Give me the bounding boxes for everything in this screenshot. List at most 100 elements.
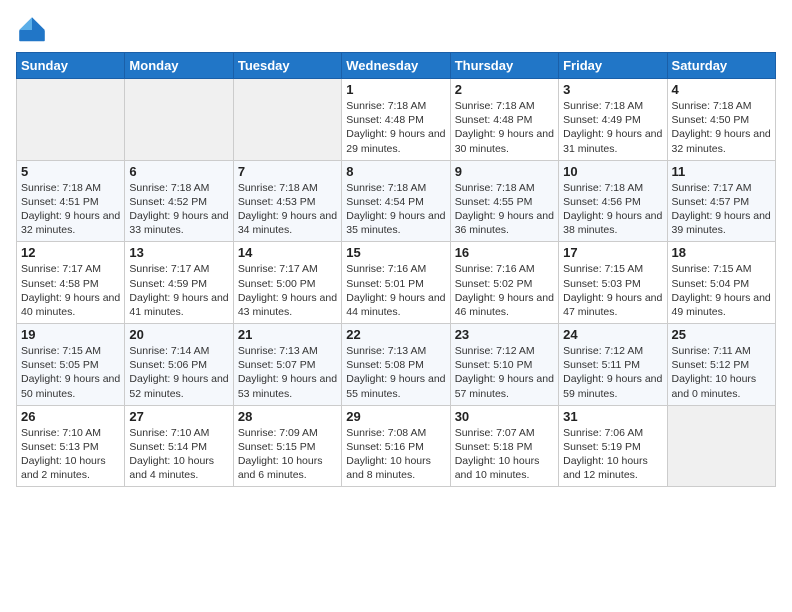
day-number: 4: [672, 82, 771, 97]
day-info: Sunrise: 7:12 AMSunset: 5:11 PMDaylight:…: [563, 344, 662, 401]
day-number: 8: [346, 164, 445, 179]
day-info: Sunrise: 7:12 AMSunset: 5:10 PMDaylight:…: [455, 344, 554, 401]
day-info: Sunrise: 7:18 AMSunset: 4:48 PMDaylight:…: [346, 99, 445, 156]
calendar-cell: 28Sunrise: 7:09 AMSunset: 5:15 PMDayligh…: [233, 405, 341, 487]
calendar-cell: 19 Sunrise: 7:15 AMSunset: 5:05 PMDayligh…: [17, 324, 125, 406]
day-number: 30: [455, 409, 554, 424]
day-info: Sunrise: 7:09 AMSunset: 5:15 PMDaylight:…: [238, 426, 337, 483]
day-info: Sunrise: 7:17 AMSunset: 4:57 PMDaylight:…: [672, 181, 771, 238]
day-number: 18: [672, 245, 771, 260]
calendar-cell: 6Sunrise: 7:18 AMSunset: 4:52 PMDaylight…: [125, 160, 233, 242]
day-info: Sunrise: 7:13 AMSunset: 5:07 PMDaylight:…: [238, 344, 337, 401]
day-info: Sunrise: 7:18 AMSunset: 4:52 PMDaylight:…: [129, 181, 228, 238]
day-number: 17: [563, 245, 662, 260]
day-number: 11: [672, 164, 771, 179]
day-info: Sunrise: 7:18 AMSunset: 4:51 PMDaylight:…: [21, 181, 120, 238]
calendar-cell: [667, 405, 775, 487]
day-info: Sunrise: 7:08 AMSunset: 5:16 PMDaylight:…: [346, 426, 445, 483]
day-info: Sunrise: 7:07 AMSunset: 5:18 PMDaylight:…: [455, 426, 554, 483]
calendar-cell: 26 Sunrise: 7:10 AMSunset: 5:13 PMDayligh…: [17, 405, 125, 487]
calendar-cell: 11 Sunrise: 7:17 AMSunset: 4:57 PMDayligh…: [667, 160, 775, 242]
day-info: Sunrise: 7:06 AMSunset: 5:19 PMDaylight:…: [563, 426, 662, 483]
day-info: Sunrise: 7:18 AMSunset: 4:54 PMDaylight:…: [346, 181, 445, 238]
logo-icon: [16, 14, 48, 46]
calendar-cell: 22Sunrise: 7:13 AMSunset: 5:08 PMDayligh…: [342, 324, 450, 406]
day-info: Sunrise: 7:14 AMSunset: 5:06 PMDaylight:…: [129, 344, 228, 401]
day-info: Sunrise: 7:16 AMSunset: 5:02 PMDaylight:…: [455, 262, 554, 319]
day-info: Sunrise: 7:18 AMSunset: 4:53 PMDaylight:…: [238, 181, 337, 238]
calendar-cell: 12Sunrise: 7:17 AMSunset: 4:58 PMDayligh…: [17, 242, 125, 324]
day-number: 3: [563, 82, 662, 97]
day-number: 23: [455, 327, 554, 342]
calendar-cell: 9 Sunrise: 7:18 AMSunset: 4:55 PMDaylight…: [450, 160, 558, 242]
week-row-1: 1 Sunrise: 7:18 AMSunset: 4:48 PMDaylight…: [17, 79, 776, 161]
day-number: 31: [563, 409, 662, 424]
day-number: 9: [455, 164, 554, 179]
day-number: 16: [455, 245, 554, 260]
day-info: Sunrise: 7:18 AMSunset: 4:56 PMDaylight:…: [563, 181, 662, 238]
header: [16, 10, 776, 46]
calendar-cell: 15 Sunrise: 7:16 AMSunset: 5:01 PMDayligh…: [342, 242, 450, 324]
calendar-cell: 4 Sunrise: 7:18 AMSunset: 4:50 PMDaylight…: [667, 79, 775, 161]
day-number: 14: [238, 245, 337, 260]
calendar-table: SundayMondayTuesdayWednesdayThursdayFrid…: [16, 52, 776, 487]
week-row-2: 5Sunrise: 7:18 AMSunset: 4:51 PMDaylight…: [17, 160, 776, 242]
page: SundayMondayTuesdayWednesdayThursdayFrid…: [0, 0, 792, 612]
week-row-4: 19 Sunrise: 7:15 AMSunset: 5:05 PMDayligh…: [17, 324, 776, 406]
day-info: Sunrise: 7:16 AMSunset: 5:01 PMDaylight:…: [346, 262, 445, 319]
calendar-cell: 30 Sunrise: 7:07 AMSunset: 5:18 PMDayligh…: [450, 405, 558, 487]
weekday-header-row: SundayMondayTuesdayWednesdayThursdayFrid…: [17, 53, 776, 79]
day-info: Sunrise: 7:18 AMSunset: 4:55 PMDaylight:…: [455, 181, 554, 238]
day-info: Sunrise: 7:18 AMSunset: 4:49 PMDaylight:…: [563, 99, 662, 156]
calendar-cell: 31 Sunrise: 7:06 AMSunset: 5:19 PMDayligh…: [559, 405, 667, 487]
day-number: 22: [346, 327, 445, 342]
day-info: Sunrise: 7:10 AMSunset: 5:13 PMDaylight:…: [21, 426, 120, 483]
calendar-cell: 14 Sunrise: 7:17 AMSunset: 5:00 PMDayligh…: [233, 242, 341, 324]
calendar-cell: 20 Sunrise: 7:14 AMSunset: 5:06 PMDayligh…: [125, 324, 233, 406]
day-info: Sunrise: 7:18 AMSunset: 4:50 PMDaylight:…: [672, 99, 771, 156]
week-row-5: 26 Sunrise: 7:10 AMSunset: 5:13 PMDayligh…: [17, 405, 776, 487]
calendar-cell: 21Sunrise: 7:13 AMSunset: 5:07 PMDayligh…: [233, 324, 341, 406]
day-number: 26: [21, 409, 120, 424]
calendar-cell: 10 Sunrise: 7:18 AMSunset: 4:56 PMDayligh…: [559, 160, 667, 242]
day-number: 20: [129, 327, 228, 342]
weekday-header-friday: Friday: [559, 53, 667, 79]
weekday-header-sunday: Sunday: [17, 53, 125, 79]
day-info: Sunrise: 7:17 AMSunset: 5:00 PMDaylight:…: [238, 262, 337, 319]
calendar-cell: 16 Sunrise: 7:16 AMSunset: 5:02 PMDayligh…: [450, 242, 558, 324]
weekday-header-tuesday: Tuesday: [233, 53, 341, 79]
day-info: Sunrise: 7:18 AMSunset: 4:48 PMDaylight:…: [455, 99, 554, 156]
day-info: Sunrise: 7:17 AMSunset: 4:58 PMDaylight:…: [21, 262, 120, 319]
day-number: 15: [346, 245, 445, 260]
day-info: Sunrise: 7:17 AMSunset: 4:59 PMDaylight:…: [129, 262, 228, 319]
calendar-cell: 23 Sunrise: 7:12 AMSunset: 5:10 PMDayligh…: [450, 324, 558, 406]
day-number: 29: [346, 409, 445, 424]
day-info: Sunrise: 7:10 AMSunset: 5:14 PMDaylight:…: [129, 426, 228, 483]
calendar-cell: 5Sunrise: 7:18 AMSunset: 4:51 PMDaylight…: [17, 160, 125, 242]
day-number: 25: [672, 327, 771, 342]
day-number: 27: [129, 409, 228, 424]
calendar-cell: 7Sunrise: 7:18 AMSunset: 4:53 PMDaylight…: [233, 160, 341, 242]
weekday-header-thursday: Thursday: [450, 53, 558, 79]
weekday-header-wednesday: Wednesday: [342, 53, 450, 79]
day-number: 1: [346, 82, 445, 97]
day-number: 19: [21, 327, 120, 342]
day-number: 13: [129, 245, 228, 260]
day-number: 10: [563, 164, 662, 179]
calendar-cell: 18Sunrise: 7:15 AMSunset: 5:04 PMDayligh…: [667, 242, 775, 324]
calendar-cell: 25 Sunrise: 7:11 AMSunset: 5:12 PMDayligh…: [667, 324, 775, 406]
calendar-cell: 2Sunrise: 7:18 AMSunset: 4:48 PMDaylight…: [450, 79, 558, 161]
calendar-cell: 3 Sunrise: 7:18 AMSunset: 4:49 PMDaylight…: [559, 79, 667, 161]
calendar-cell: 27 Sunrise: 7:10 AMSunset: 5:14 PMDayligh…: [125, 405, 233, 487]
day-info: Sunrise: 7:15 AMSunset: 5:03 PMDaylight:…: [563, 262, 662, 319]
calendar-cell: 17 Sunrise: 7:15 AMSunset: 5:03 PMDayligh…: [559, 242, 667, 324]
week-row-3: 12Sunrise: 7:17 AMSunset: 4:58 PMDayligh…: [17, 242, 776, 324]
calendar-cell: 8 Sunrise: 7:18 AMSunset: 4:54 PMDaylight…: [342, 160, 450, 242]
logo: [16, 14, 52, 46]
calendar-cell: 1 Sunrise: 7:18 AMSunset: 4:48 PMDaylight…: [342, 79, 450, 161]
day-info: Sunrise: 7:11 AMSunset: 5:12 PMDaylight:…: [672, 344, 771, 401]
calendar-cell: [233, 79, 341, 161]
weekday-header-saturday: Saturday: [667, 53, 775, 79]
calendar-cell: 13 Sunrise: 7:17 AMSunset: 4:59 PMDayligh…: [125, 242, 233, 324]
day-info: Sunrise: 7:15 AMSunset: 5:05 PMDaylight:…: [21, 344, 120, 401]
